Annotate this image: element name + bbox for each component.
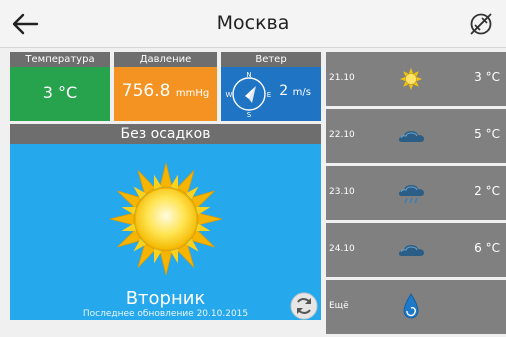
forecast-row[interactable]: 23.10 2 °C: [326, 166, 506, 220]
water-drop-icon: [396, 292, 426, 322]
pressure-label: Давление: [114, 52, 217, 67]
page-title: Москва: [216, 12, 290, 34]
pressure-value: 756.8: [121, 81, 171, 101]
forecast-temp: 2 °C: [474, 184, 500, 198]
location-off-icon[interactable]: [468, 11, 494, 37]
top-bar: Москва: [0, 0, 506, 48]
compass-n: N: [246, 71, 251, 79]
sun-icon: [396, 64, 426, 94]
more-button[interactable]: Ещё: [326, 280, 506, 334]
condition-label: Без осадков: [10, 124, 321, 144]
refresh-icon[interactable]: [290, 292, 318, 320]
forecast-date: 23.10: [329, 187, 355, 197]
wind-tile: Ветер N S W E 2 m/s: [221, 52, 321, 121]
forecast-date: 22.10: [329, 130, 355, 140]
last-updated-text: Последнее обновление 20.10.2015: [82, 309, 249, 319]
weekday-label: Вторник: [125, 288, 206, 309]
compass-e: E: [267, 91, 271, 99]
large-sun-icon: [107, 160, 225, 278]
temperature-label: Температура: [10, 52, 110, 67]
forecast-row[interactable]: 22.10 5 °C: [326, 109, 506, 163]
cloud-icon: [396, 235, 426, 265]
pressure-tile: Давление 756.8 mmHg: [114, 52, 217, 121]
wind-value: 2: [279, 83, 289, 99]
compass-w: W: [226, 91, 233, 99]
current-weather-panel: Без осадков Вторник Последнее обновление…: [10, 124, 321, 320]
forecast-row[interactable]: 21.10 3 °C: [326, 52, 506, 106]
forecast-temp: 3 °C: [474, 70, 500, 84]
forecast-temp: 5 °C: [474, 127, 500, 141]
temperature-tile: Температура 3 °C: [10, 52, 110, 121]
wind-label: Ветер: [221, 52, 321, 67]
forecast-date: 24.10: [329, 244, 355, 254]
forecast-row[interactable]: 24.10 6 °C: [326, 223, 506, 277]
rain-cloud-icon: [396, 178, 426, 208]
compass-icon: N S W E: [225, 69, 273, 119]
back-arrow-icon[interactable]: [10, 10, 40, 38]
forecast-temp: 6 °C: [474, 241, 500, 255]
forecast-date: 21.10: [329, 73, 355, 83]
wind-unit: m/s: [292, 87, 311, 98]
forecast-list: 21.10 3 °C 22.10 5 °C 23.10 2 °C 24.10 6…: [326, 52, 506, 337]
compass-s: S: [247, 111, 252, 119]
cloud-icon: [396, 121, 426, 151]
temperature-value: 3 °C: [42, 83, 78, 102]
more-label: Ещё: [329, 301, 349, 311]
pressure-unit: mmHg: [175, 88, 210, 99]
